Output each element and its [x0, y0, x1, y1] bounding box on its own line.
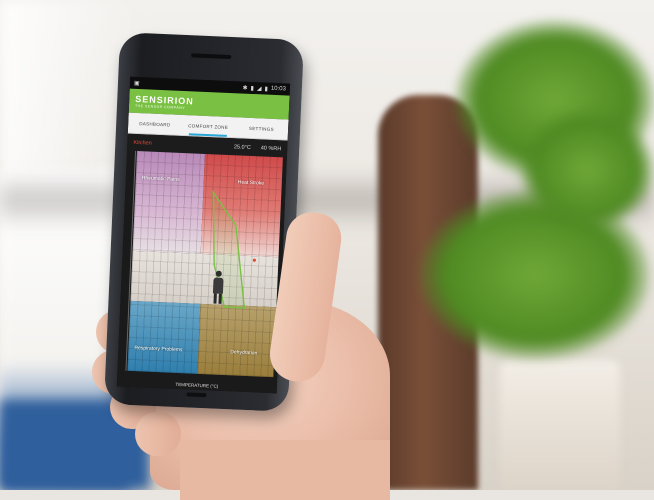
tab-settings[interactable]: SETTINGS: [234, 117, 288, 139]
location-selector[interactable]: Kitchen: [133, 140, 152, 147]
label-heat-stroke: Heat Stroke: [237, 179, 265, 187]
person-silhouette-icon: [212, 270, 224, 304]
wifi-icon: ◢: [256, 85, 262, 92]
humidity-value: 40 %RH: [260, 145, 282, 153]
comfort-zone-chart[interactable]: Rheumatic Pains Heat Stroke Respiratory …: [116, 150, 287, 394]
bluetooth-icon: ✱: [242, 85, 248, 92]
hand-finger: [135, 412, 181, 456]
home-button[interactable]: [186, 392, 207, 398]
plant-leaves: [520, 110, 654, 230]
comfort-zone-outline: [212, 190, 256, 309]
temperature-value: 25.0°C: [233, 144, 251, 151]
phone-speaker: [191, 53, 232, 60]
tab-comfort-zone[interactable]: COMFORT ZONE: [181, 115, 235, 137]
status-time: 10:03: [270, 85, 286, 93]
label-dehydration: Dehydration: [230, 349, 258, 357]
plant-pot: [500, 360, 620, 490]
notification-icon: ▣: [133, 80, 140, 87]
phone-screen: ▣ ✱ ▮ ◢ ▮ 10:03 SENSIRION THE SENSOR COM…: [116, 76, 291, 394]
current-reading-marker: [252, 258, 256, 262]
signal-icon: ▮: [250, 85, 255, 92]
hand-wrist: [180, 440, 390, 500]
tab-dashboard[interactable]: DASHBOARD: [128, 113, 182, 135]
battery-icon: ▮: [264, 86, 268, 93]
